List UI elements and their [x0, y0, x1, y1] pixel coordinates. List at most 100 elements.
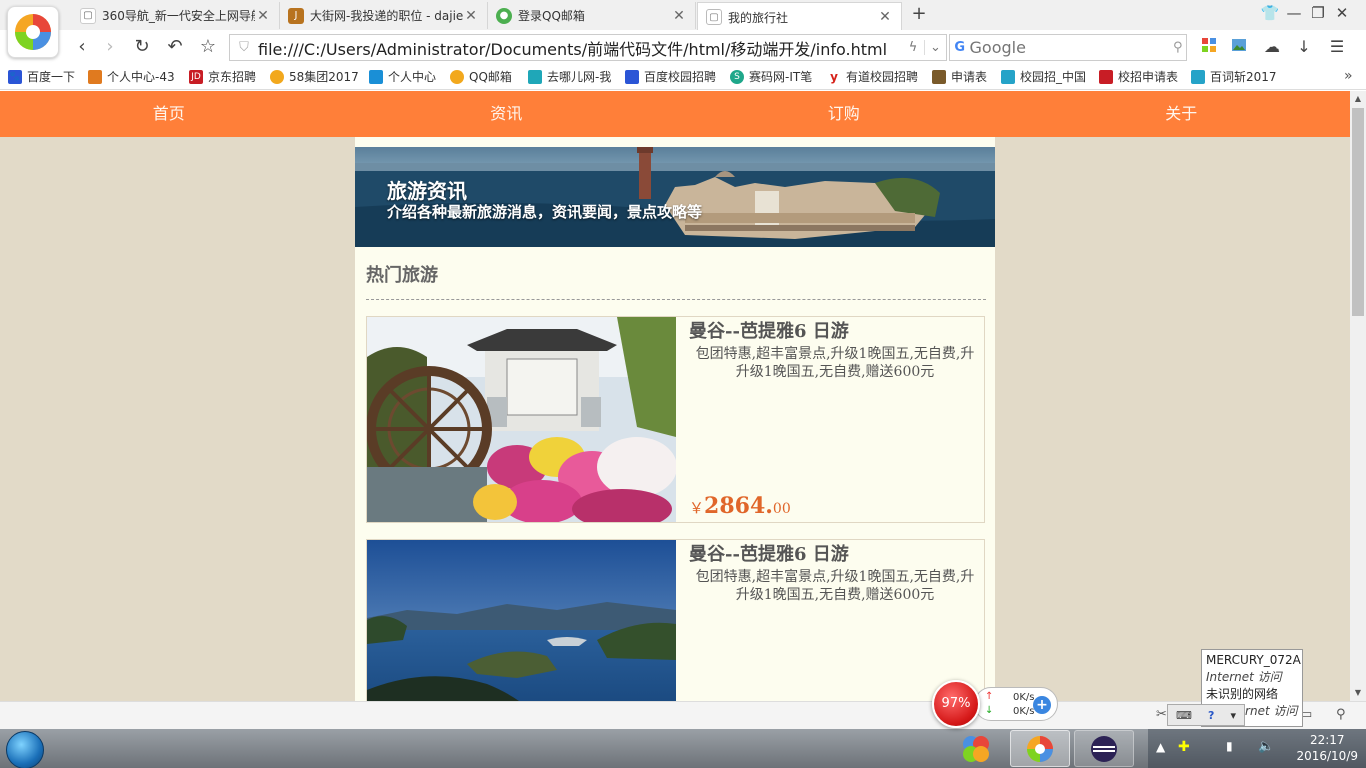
product-description: 包团特惠,超丰富景点,升级1晚国五,无自费,升升级1晚国五,无自费,赠送600元 [695, 569, 975, 603]
help-icon[interactable]: ? [1208, 709, 1214, 722]
bookmark-item[interactable]: 校招申请表 [1099, 68, 1178, 85]
bookmark-item[interactable]: 🐾 百度一下 [8, 68, 75, 85]
browser-toolbar: ‹ › ↻ ↶ ☆ ⛉ file:///C:/Users/Administrat… [0, 30, 1366, 64]
taskbar-browser-icon[interactable] [1010, 730, 1070, 767]
back-icon[interactable]: ‹ [71, 36, 93, 58]
ime-menu-icon[interactable]: ▾ [1230, 709, 1236, 722]
minimize-button[interactable]: — [1283, 4, 1305, 22]
bookmark-item[interactable]: 个人中心 [369, 68, 436, 85]
speed-pill: ↑ 0K/s ↓ 0K/s + [974, 687, 1058, 721]
undo-icon[interactable]: ↶ [164, 36, 186, 58]
qunar-icon [528, 69, 542, 84]
section-title: 热门旅游 [366, 265, 438, 286]
page-viewport: 首页 资讯 订购 关于 旅游资讯 介绍各种最新旅游消息，资讯要闻，景点攻略等 热… [0, 91, 1350, 701]
memory-usage-ball[interactable]: 97% [932, 680, 980, 728]
vertical-scrollbar[interactable]: ▲ ▼ [1350, 91, 1366, 701]
address-bar[interactable]: ⛉ file:///C:/Users/Administrator/Documen… [229, 34, 947, 61]
bookmark-item[interactable]: y 有道校园招聘 [827, 68, 918, 85]
tray-app-icon[interactable]: ✚ [1178, 739, 1190, 755]
shield-icon: ⛉ [239, 40, 249, 55]
network-speed-widget[interactable]: ↑ 0K/s ↓ 0K/s + 97% [932, 680, 1060, 728]
browser-status-bar: ✂ ▭ ⚲ [0, 701, 1366, 729]
search-box[interactable]: G ⚲ [949, 34, 1187, 61]
network-signal-icon[interactable]: ▮ [1226, 739, 1233, 753]
price-integer: 2864. [704, 493, 773, 519]
url-text[interactable]: file:///C:/Users/Administrator/Documents… [258, 36, 902, 60]
scroll-up-icon[interactable]: ▲ [1350, 91, 1366, 107]
bookmark-item[interactable]: 去哪儿网-我 [528, 68, 611, 85]
volume-icon[interactable]: 🔈 [1258, 739, 1274, 754]
scrollbar-thumb[interactable] [1352, 108, 1364, 316]
lightning-icon[interactable]: ϟ [902, 40, 924, 55]
upload-arrow-icon: ↑ [985, 691, 994, 702]
tab-travel-agency[interactable]: ▢ 我的旅行社 ✕ [697, 2, 902, 31]
network-name: MERCURY_072A [1206, 653, 1301, 667]
product-name[interactable]: 曼谷--芭提雅6 日游 [689, 540, 849, 566]
bookmark-item[interactable]: QQ邮箱 [450, 68, 512, 85]
nav-order[interactable]: 订购 [675, 91, 1013, 137]
product-name[interactable]: 曼谷--芭提雅6 日游 [689, 317, 849, 343]
bookmark-item[interactable]: 百度校园招聘 [625, 68, 716, 85]
boost-plus-icon[interactable]: + [1033, 696, 1051, 714]
tab-360-nav[interactable]: ▢ 360导航_新一代安全上网导航 ✕ [72, 2, 280, 29]
tab-title: 360导航_新一代安全上网导航 [102, 9, 255, 23]
reload-icon[interactable]: ↻ [131, 36, 153, 58]
browser-tab-strip: ▢ 360导航_新一代安全上网导航 ✕ J 大街网-我投递的职位 - dajie… [0, 0, 1366, 58]
nav-news[interactable]: 资讯 [338, 91, 676, 137]
bookmarks-overflow-icon[interactable]: » [1344, 68, 1353, 84]
tab-title: 我的旅行社 [728, 10, 789, 25]
tab-qq-mail[interactable]: ● 登录QQ邮箱 ✕ [488, 2, 696, 29]
chrome-icon [450, 69, 464, 84]
bookmark-item[interactable]: JD 京东招聘 [189, 68, 256, 85]
search-input[interactable] [969, 38, 1170, 57]
nav-about[interactable]: 关于 [1013, 91, 1351, 137]
price-currency: ￥ [689, 499, 705, 517]
screenshot-icon[interactable] [1228, 36, 1250, 58]
bookmark-item[interactable]: 58集团2017 [270, 68, 359, 85]
close-tab-icon[interactable]: ✕ [255, 8, 271, 24]
apps-grid-icon[interactable] [1198, 36, 1220, 58]
bookmark-item[interactable]: S 赛码网-IT笔 [730, 68, 812, 85]
bookmark-item[interactable]: 个人中心-43 [88, 68, 175, 85]
price-decimal: 00 [772, 501, 791, 517]
input-method-bar[interactable]: ⌨ ? ▾ [1167, 704, 1245, 726]
taskbar-app-icon[interactable] [946, 730, 1006, 767]
start-button[interactable] [6, 731, 44, 768]
product-image[interactable] [367, 540, 676, 701]
product-card[interactable]: 曼谷--芭提雅6 日游 包团特惠,超丰富景点,升级1晚国五,无自费,升升级1晚国… [366, 316, 985, 523]
search-icon[interactable]: ⚲ [1170, 40, 1187, 55]
dashed-divider [366, 299, 986, 300]
bookmarks-bar: 🐾 百度一下 个人中心-43 JD 京东招聘 58集团2017 个人中心 QQ邮箱 … [0, 64, 1366, 90]
product-image[interactable] [367, 317, 676, 522]
nav-home[interactable]: 首页 [0, 91, 338, 137]
new-tab-button[interactable]: + [908, 3, 930, 24]
tab-dajie[interactable]: J 大街网-我投递的职位 - dajie ✕ [280, 2, 488, 29]
scroll-down-icon[interactable]: ▼ [1350, 685, 1366, 701]
keyboard-icon[interactable]: ⌨ [1176, 709, 1192, 722]
close-tab-icon[interactable]: ✕ [671, 8, 687, 24]
close-window-button[interactable]: ✕ [1331, 4, 1353, 22]
menu-icon[interactable]: ☰ [1326, 36, 1348, 58]
dropdown-arrow-icon[interactable]: ⌄ [924, 40, 946, 55]
lake-landscape-photo [367, 540, 676, 701]
clock[interactable]: 22:17 2016/10/9 [1296, 732, 1358, 764]
forward-icon[interactable]: › [99, 36, 121, 58]
maximize-button[interactable]: ❐ [1307, 4, 1329, 22]
bookmark-item[interactable]: 校园招_中国 [1001, 68, 1086, 85]
scissors-icon[interactable]: ✂ [1156, 707, 1167, 722]
close-tab-icon[interactable]: ✕ [463, 8, 479, 24]
taskbar-eclipse-icon[interactable] [1074, 730, 1134, 767]
close-tab-icon[interactable]: ✕ [877, 9, 893, 25]
product-card[interactable]: 曼谷--芭提雅6 日游 包团特惠,超丰富景点,升级1晚国五,无自费,升升级1晚国… [366, 539, 985, 701]
bookmark-item[interactable]: 申请表 [932, 68, 987, 85]
cloud-icon[interactable]: ☁ [1261, 36, 1283, 58]
download-icon[interactable]: ↓ [1293, 36, 1315, 58]
browser-logo-icon[interactable] [7, 6, 59, 58]
tray-expand-icon[interactable]: ▲ [1156, 740, 1165, 754]
download-arrow-icon: ↓ [985, 705, 994, 716]
banner: 旅游资讯 介绍各种最新旅游消息，资讯要闻，景点攻略等 [355, 147, 995, 247]
skin-icon[interactable]: 👕 [1259, 4, 1281, 22]
bookmark-item[interactable]: 百词斩2017 [1191, 68, 1277, 85]
favorite-star-icon[interactable]: ☆ [197, 36, 219, 58]
zoom-icon[interactable]: ⚲ [1336, 707, 1346, 722]
